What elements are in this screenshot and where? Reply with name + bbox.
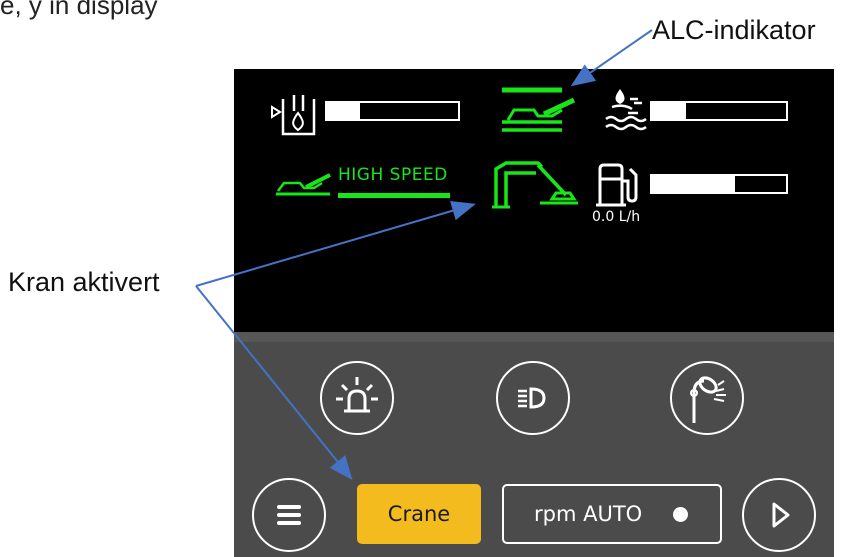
work-light-button[interactable] <box>670 361 744 435</box>
rpm-auto-status-dot <box>673 507 688 522</box>
alc-indicator-callout: ALC-indikator <box>652 15 816 45</box>
next-button[interactable] <box>742 478 816 552</box>
crane-button[interactable]: Crane <box>357 484 481 544</box>
headlight-icon <box>518 387 546 409</box>
coolant-gauge <box>650 101 788 121</box>
status-screen: HIGH SPEED 0.0 L/h <box>234 69 834 332</box>
headlight-button[interactable] <box>496 361 570 435</box>
coolant-icon <box>605 89 647 131</box>
rpm-auto-label: rpm AUTO <box>534 502 643 526</box>
top-caption: e, y in display <box>0 0 158 20</box>
menu-button[interactable] <box>252 478 326 552</box>
fuel-gauge <box>650 174 788 194</box>
rpm-auto-button[interactable]: rpm AUTO <box>502 484 722 544</box>
hydraulic-oil-gauge-fill <box>327 103 360 119</box>
menu-icon <box>277 505 301 525</box>
fuel-gauge-fill <box>652 176 735 192</box>
hydraulic-oil-icon <box>271 95 316 136</box>
machine-display: HIGH SPEED 0.0 L/h Crane rpm AUTO <box>234 69 834 557</box>
crane-indicator-icon <box>492 161 578 209</box>
fuel-rate-readout: 0.0 L/h <box>592 209 641 225</box>
beacon-icon <box>336 377 378 413</box>
crane-active-callout: Kran aktivert <box>8 267 160 297</box>
play-triangle-icon <box>772 502 790 528</box>
work-light-icon <box>690 376 726 423</box>
high-speed-label: HIGH SPEED <box>338 165 448 185</box>
hydraulic-oil-gauge <box>325 101 460 121</box>
high-speed-boom-icon <box>276 173 331 196</box>
alc-indicator-icon <box>502 87 576 132</box>
fuel-pump-icon <box>596 163 638 207</box>
high-speed-underline <box>338 193 450 198</box>
beacon-light-button[interactable] <box>320 361 394 435</box>
coolant-gauge-fill <box>652 103 686 119</box>
panel-divider <box>234 332 834 342</box>
